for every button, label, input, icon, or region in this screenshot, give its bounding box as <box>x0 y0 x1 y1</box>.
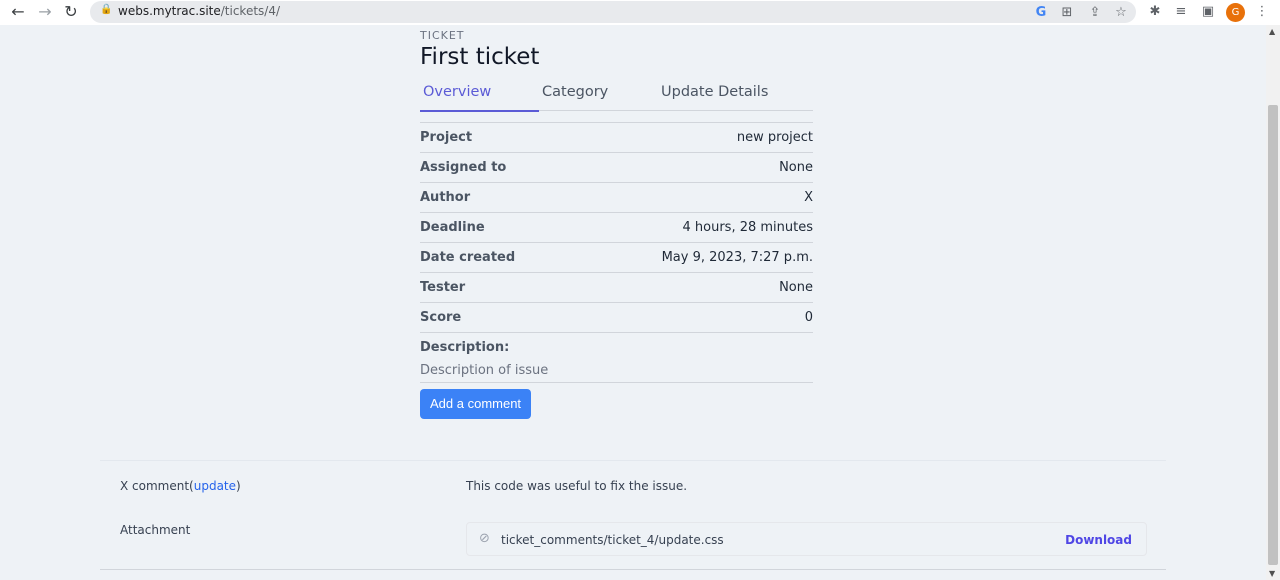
scroll-up-icon[interactable]: ▲ <box>1269 27 1275 36</box>
ticket-panel: TICKET First ticket Overview Category Up… <box>420 29 813 419</box>
page-scrollbar[interactable]: ▲ ▼ <box>1266 25 1280 580</box>
field-label: Assigned to <box>420 160 507 175</box>
attachment-label: Attachment <box>120 523 191 537</box>
side-panel-icon[interactable]: ▣ <box>1199 3 1217 21</box>
tab-category[interactable]: Category <box>539 82 611 102</box>
field-value: X <box>804 190 813 205</box>
field-value: May 9, 2023, 7:27 p.m. <box>661 250 813 265</box>
browser-toolbar: ← → ↻ 🔒 webs.mytrac.site/tickets/4/ G ⊞ … <box>0 0 1280 25</box>
reading-list-icon[interactable]: ≡ <box>1172 3 1190 21</box>
active-tab-indicator <box>420 110 539 112</box>
field-label: Project <box>420 130 473 145</box>
field-row-project: Project new project <box>420 123 813 153</box>
field-value: 0 <box>804 310 813 325</box>
field-label: Tester <box>420 280 466 295</box>
attachment-item: ⊘ ticket_comments/ticket_4/update.css Do… <box>466 522 1147 556</box>
add-comment-button[interactable]: Add a comment <box>420 389 532 419</box>
field-row-assigned-to: Assigned to None <box>420 153 813 183</box>
forward-arrow-icon[interactable]: → <box>35 3 55 21</box>
description-label: Description: <box>420 340 510 355</box>
ticket-tabs: Overview Category Update Details <box>420 82 813 112</box>
field-row-deadline: Deadline 4 hours, 28 minutes <box>420 213 813 243</box>
ticket-details: Project new project Assigned to None Aut… <box>420 122 813 383</box>
attachment-filename: ticket_comments/ticket_4/update.css <box>501 533 724 547</box>
field-row-score: Score 0 <box>420 303 813 333</box>
comment-section: X comment(update) This code was useful t… <box>100 460 1166 570</box>
extensions-icon[interactable]: ✱ <box>1146 3 1164 21</box>
tab-overview[interactable]: Overview <box>420 82 494 102</box>
field-value: None <box>779 160 813 175</box>
ticket-eyebrow: TICKET <box>420 29 465 42</box>
comment-text: This code was useful to fix the issue. <box>466 479 688 493</box>
reload-icon[interactable]: ↻ <box>61 3 81 21</box>
update-comment-link[interactable]: update <box>194 479 236 493</box>
field-row-tester: Tester None <box>420 273 813 303</box>
field-row-author: Author X <box>420 183 813 213</box>
comment-author: X comment(update) <box>120 479 241 493</box>
star-icon[interactable]: ☆ <box>1112 4 1130 22</box>
url-text[interactable]: webs.mytrac.site/tickets/4/ <box>118 4 280 18</box>
field-value: 4 hours, 28 minutes <box>682 220 813 235</box>
back-arrow-icon[interactable]: ← <box>8 3 28 21</box>
translate-icon[interactable]: ⊞ <box>1058 4 1076 22</box>
lock-icon: 🔒 <box>100 4 113 15</box>
address-bar[interactable]: 🔒 webs.mytrac.site/tickets/4/ G ⊞ ⇪ ☆ <box>90 1 1136 23</box>
profile-avatar[interactable]: G <box>1226 3 1245 22</box>
paperclip-icon: ⊘ <box>479 531 490 546</box>
tab-update-details[interactable]: Update Details <box>658 82 771 102</box>
description-text: Description of issue <box>420 363 813 383</box>
field-row-date-created: Date created May 9, 2023, 7:27 p.m. <box>420 243 813 273</box>
google-icon[interactable]: G <box>1032 4 1050 22</box>
scroll-down-icon[interactable]: ▼ <box>1269 569 1275 578</box>
field-value: None <box>779 280 813 295</box>
field-label: Deadline <box>420 220 485 235</box>
field-label: Score <box>420 310 462 325</box>
scroll-thumb[interactable] <box>1268 105 1278 565</box>
share-icon[interactable]: ⇪ <box>1086 4 1104 22</box>
page-title: First ticket <box>420 44 540 70</box>
download-link[interactable]: Download <box>1065 533 1132 547</box>
menu-kebab-icon[interactable]: ⋮ <box>1253 3 1271 21</box>
field-value: new project <box>736 130 813 145</box>
field-label: Date created <box>420 250 516 265</box>
field-label: Author <box>420 190 471 205</box>
